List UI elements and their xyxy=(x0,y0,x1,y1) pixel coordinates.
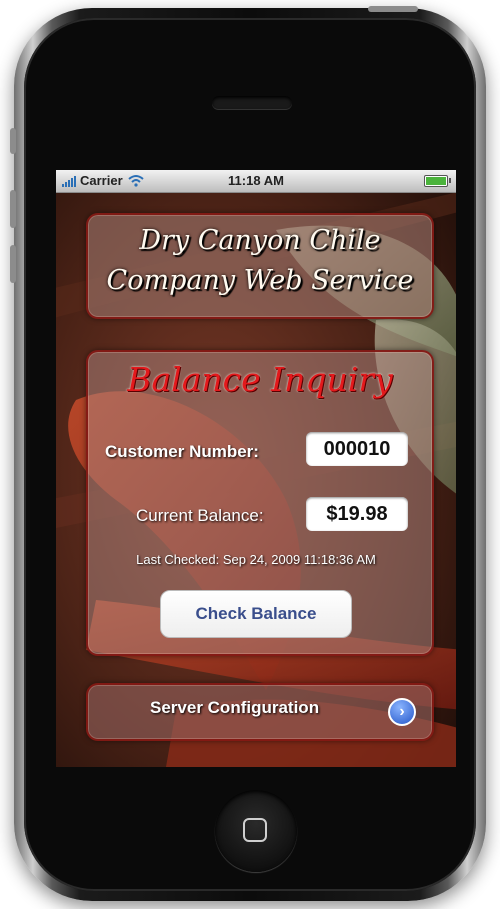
customer-number-field[interactable]: 000010 xyxy=(306,432,408,466)
earpiece-speaker xyxy=(212,96,292,109)
home-button[interactable] xyxy=(215,790,297,872)
status-time: 11:18 AM xyxy=(228,173,284,188)
current-balance-value: $19.98 xyxy=(306,497,408,531)
balance-inquiry-title: Balance Inquiry xyxy=(127,360,393,399)
server-configuration-row[interactable]: Server Configuration › xyxy=(86,683,434,741)
app-title: Dry Canyon Chile Company Web Service xyxy=(88,221,432,301)
server-configuration-label: Server Configuration xyxy=(150,698,320,717)
ringer-switch xyxy=(10,128,16,154)
title-panel: Dry Canyon Chile Company Web Service xyxy=(86,213,434,319)
app-screen: Carrier 11:18 AM Dry Canyon Chile Compan… xyxy=(56,170,456,767)
check-balance-button[interactable]: Check Balance xyxy=(160,590,352,638)
sleep-button xyxy=(368,6,418,12)
home-square-icon xyxy=(243,818,267,842)
app-title-line2: Company Web Service xyxy=(106,265,414,296)
volume-up-button xyxy=(10,190,16,228)
chevron-right-icon[interactable]: › xyxy=(388,698,416,726)
app-title-line1: Dry Canyon Chile xyxy=(139,225,381,256)
current-balance-label: Current Balance: xyxy=(136,506,264,525)
last-checked-timestamp: Last Checked: Sep 24, 2009 11:18:36 AM xyxy=(136,552,376,567)
customer-number-label: Customer Number: xyxy=(105,442,259,461)
volume-down-button xyxy=(10,245,16,283)
battery-icon xyxy=(424,175,451,187)
status-bar: Carrier 11:18 AM xyxy=(56,170,456,193)
